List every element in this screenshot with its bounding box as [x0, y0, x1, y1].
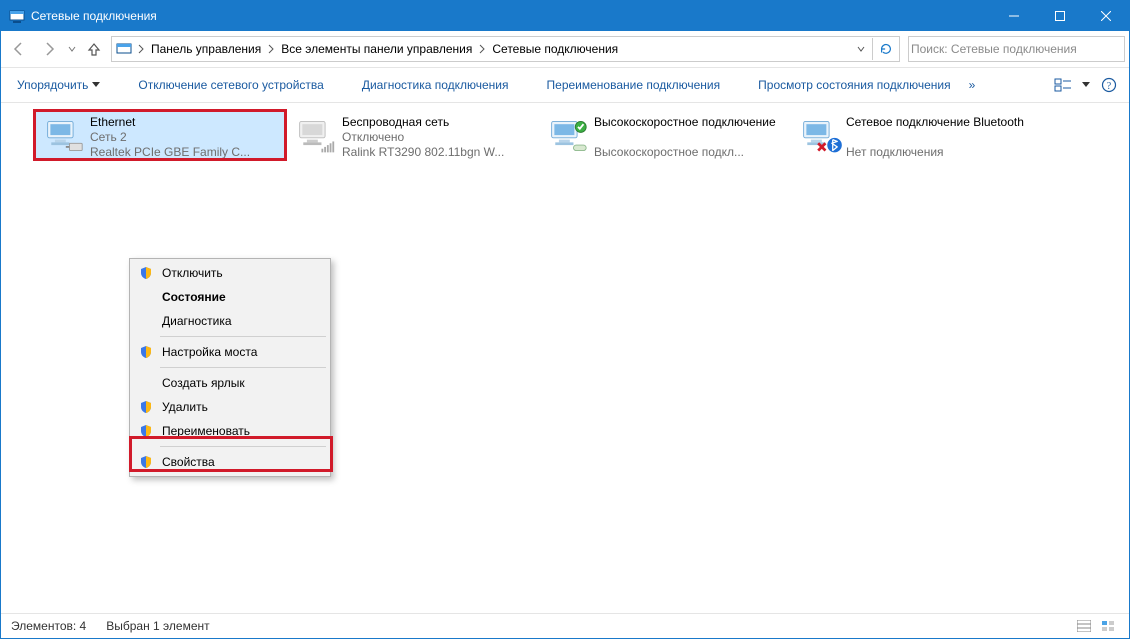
ctx-status[interactable]: Состояние: [132, 285, 328, 309]
wireless-icon: [290, 114, 342, 158]
connection-device: Realtek PCIe GBE Family C...: [90, 145, 250, 160]
connections-list: Ethernet Сеть 2 Realtek PCIe GBE Family …: [35, 111, 1119, 161]
connection-device: Ralink RT3290 802.11bgn W...: [342, 145, 504, 160]
cmd-label: Отключение сетевого устройства: [138, 78, 323, 92]
details-view-button[interactable]: [1073, 617, 1095, 635]
connection-item-broadband[interactable]: Высокоскоростное подключение Высокоскоро…: [539, 111, 789, 159]
up-button[interactable]: [81, 35, 107, 63]
cmd-label: Диагностика подключения: [362, 78, 509, 92]
ethernet-icon: [38, 114, 90, 158]
bluetooth-icon: [794, 114, 846, 158]
ctx-delete[interactable]: Удалить: [132, 395, 328, 419]
ctx-shortcut[interactable]: Создать ярлык: [132, 371, 328, 395]
view-options-button[interactable]: [1049, 72, 1077, 98]
connection-name: Высокоскоростное подключение: [594, 115, 776, 130]
ctx-disable[interactable]: Отключить: [132, 261, 328, 285]
context-menu: Отключить Состояние Диагностика Настройк…: [129, 258, 331, 477]
organize-menu[interactable]: Упорядочить: [7, 74, 110, 96]
ctx-label: Переименовать: [162, 424, 250, 438]
shield-icon: [138, 423, 154, 439]
shield-icon: [138, 454, 154, 470]
window-root: Сетевые подключения: [0, 0, 1130, 639]
help-button[interactable]: ?: [1095, 72, 1123, 98]
cmd-label: Упорядочить: [17, 78, 88, 92]
window-title: Сетевые подключения: [31, 9, 157, 23]
search-input[interactable]: [909, 41, 1124, 57]
view-dropdown[interactable]: [1079, 72, 1093, 98]
titlebar: Сетевые подключения: [1, 1, 1129, 31]
search-box[interactable]: [908, 36, 1125, 62]
ctx-separator: [160, 336, 326, 337]
breadcrumb-sep-icon: [266, 44, 276, 54]
disable-device-cmd[interactable]: Отключение сетевого устройства: [128, 74, 333, 96]
connection-status: Отключено: [342, 130, 504, 145]
back-button[interactable]: [5, 35, 33, 63]
ctx-label: Свойства: [162, 455, 215, 469]
shield-icon: [138, 399, 154, 415]
ctx-label: Удалить: [162, 400, 208, 414]
connection-status: Сеть 2: [90, 130, 250, 145]
more-commands-button[interactable]: »: [969, 78, 976, 92]
ctx-label: Создать ярлык: [162, 376, 245, 390]
ctx-label: Настройка моста: [162, 345, 257, 359]
ctx-properties[interactable]: Свойства: [132, 450, 328, 474]
view-status-cmd[interactable]: Просмотр состояния подключения: [748, 74, 960, 96]
cmd-label: Переименование подключения: [547, 78, 721, 92]
forward-button[interactable]: [35, 35, 63, 63]
network-connections-icon: [116, 41, 132, 57]
ctx-bridge[interactable]: Настройка моста: [132, 340, 328, 364]
breadcrumb-item[interactable]: Все элементы панели управления: [276, 37, 477, 61]
navbar: Панель управления Все элементы панели уп…: [1, 31, 1129, 68]
content-area: Ethernet Сеть 2 Realtek PCIe GBE Family …: [1, 103, 1129, 613]
large-icons-view-button[interactable]: [1097, 617, 1119, 635]
breadcrumb-item[interactable]: Сетевые подключения: [487, 37, 623, 61]
connection-device: Высокоскоростное подкл...: [594, 145, 776, 160]
selection-info: Выбран 1 элемент: [106, 619, 209, 633]
breadcrumb-item[interactable]: Панель управления: [146, 37, 266, 61]
connection-name: Беспроводная сеть: [342, 115, 504, 130]
connection-item-wireless[interactable]: Беспроводная сеть Отключено Ralink RT329…: [287, 111, 537, 159]
connection-name: Сетевое подключение Bluetooth: [846, 115, 1024, 130]
app-icon: [9, 8, 25, 24]
close-button[interactable]: [1083, 1, 1129, 31]
status-bar: Элементов: 4 Выбран 1 элемент: [1, 613, 1129, 638]
broadband-icon: [542, 114, 594, 158]
ctx-separator: [160, 446, 326, 447]
ctx-diagnose[interactable]: Диагностика: [132, 309, 328, 333]
cmd-label: Просмотр состояния подключения: [758, 78, 950, 92]
address-dropdown[interactable]: [851, 38, 870, 60]
connection-device: Нет подключения: [846, 145, 1024, 160]
address-bar[interactable]: Панель управления Все элементы панели уп…: [111, 36, 900, 62]
connection-item-ethernet[interactable]: Ethernet Сеть 2 Realtek PCIe GBE Family …: [35, 111, 285, 159]
rename-cmd[interactable]: Переименование подключения: [537, 74, 731, 96]
shield-icon: [138, 265, 154, 281]
breadcrumb-sep-icon: [477, 44, 487, 54]
history-dropdown[interactable]: [65, 35, 79, 63]
breadcrumb-sep-icon: [136, 44, 146, 54]
item-count: Элементов: 4: [11, 619, 86, 633]
ctx-label: Диагностика: [162, 314, 232, 328]
ctx-separator: [160, 367, 326, 368]
chevron-down-icon: [92, 82, 100, 88]
ctx-label: Состояние: [162, 290, 226, 304]
svg-text:?: ?: [1107, 81, 1112, 92]
connection-name: Ethernet: [90, 115, 250, 130]
command-bar: Упорядочить Отключение сетевого устройст…: [1, 68, 1129, 103]
maximize-button[interactable]: [1037, 1, 1083, 31]
connection-item-bluetooth[interactable]: Сетевое подключение Bluetooth Нет подклю…: [791, 111, 1041, 159]
shield-icon: [138, 344, 154, 360]
ctx-rename[interactable]: Переименовать: [132, 419, 328, 443]
minimize-button[interactable]: [991, 1, 1037, 31]
diagnose-cmd[interactable]: Диагностика подключения: [352, 74, 519, 96]
ctx-label: Отключить: [162, 266, 223, 280]
refresh-button[interactable]: [872, 38, 899, 60]
